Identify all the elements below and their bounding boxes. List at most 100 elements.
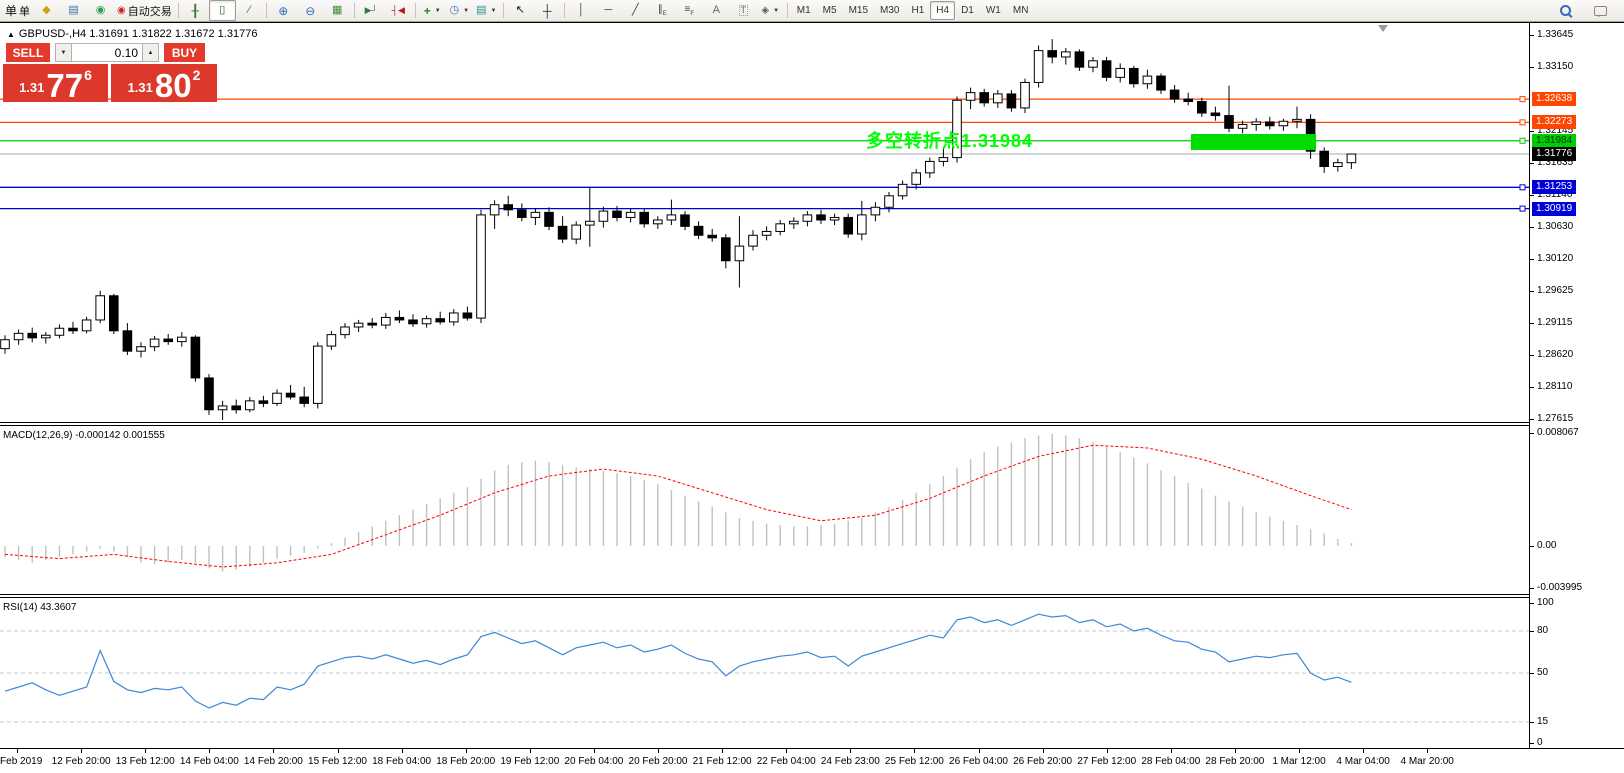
- candle: [1251, 121, 1262, 125]
- macd-panel[interactable]: [0, 426, 1529, 594]
- volume-increase-button[interactable]: ▲: [142, 43, 159, 62]
- candle: [666, 214, 677, 221]
- chat-button[interactable]: [1587, 0, 1614, 21]
- rsi-indicator-label: RSI(14) 43.3607: [3, 602, 77, 613]
- zoom-out-button[interactable]: ⊖: [297, 0, 324, 21]
- buy-button[interactable]: BUY: [164, 43, 205, 62]
- timeframe-m5-button[interactable]: M5: [817, 1, 843, 20]
- timeframe-h1-button[interactable]: H1: [905, 1, 930, 20]
- candle: [394, 316, 405, 321]
- axis-tick: [1530, 259, 1534, 261]
- time-label: 15 Feb 12:00: [308, 756, 367, 767]
- navigator-button[interactable]: ◆: [33, 0, 60, 21]
- volume-decrease-button[interactable]: ▼: [55, 43, 72, 62]
- time-tick: [1170, 749, 1172, 753]
- candle: [149, 338, 160, 348]
- sell-button[interactable]: SELL: [6, 43, 50, 62]
- line-handle[interactable]: [1519, 184, 1526, 191]
- auto-trading-button[interactable]: ◉ 自动交易: [114, 0, 175, 21]
- templates-button[interactable]: ▤ ▼: [473, 0, 500, 21]
- indicators-button[interactable]: + ▼: [419, 0, 446, 21]
- trendline-button[interactable]: ╱: [622, 0, 649, 21]
- axis-tick: [1530, 66, 1534, 68]
- crosshair-button[interactable]: ┼: [534, 0, 561, 21]
- zoom-in-button[interactable]: ⊕: [270, 0, 297, 21]
- price-line-chip[interactable]: 1.31253: [1532, 180, 1577, 195]
- candle: [965, 92, 976, 101]
- timeframe-m1-button[interactable]: M1: [791, 1, 817, 20]
- tile-windows-button[interactable]: ▦: [324, 0, 351, 21]
- timeframe-h4-button[interactable]: H4: [930, 1, 956, 20]
- rsi-panel[interactable]: [0, 598, 1529, 748]
- terminal-button[interactable]: ▤: [60, 0, 87, 21]
- candle: [313, 345, 323, 404]
- price-axis: 1.336451.331501.321451.316351.311401.306…: [1529, 23, 1624, 748]
- candle: [571, 224, 582, 240]
- timeframe-w1-button[interactable]: W1: [980, 1, 1007, 20]
- candle: [136, 346, 146, 352]
- text-button[interactable]: A: [703, 0, 730, 21]
- timeframe-m15-button[interactable]: M15: [843, 1, 874, 20]
- axis-tick: [1530, 546, 1534, 547]
- price-line-chip[interactable]: 1.32273: [1532, 115, 1577, 130]
- cursor-button[interactable]: ↖: [507, 0, 534, 21]
- axis-tick-label: 1.28110: [1537, 381, 1573, 393]
- price-chart[interactable]: [0, 23, 1529, 422]
- buy-price-sup: 2: [192, 67, 201, 83]
- time-label: 14 Feb 20:00: [243, 756, 303, 767]
- toolbar-separator: [563, 3, 565, 18]
- one-click-trade-panel: SELL ▼ ▲ BUY 1.31 77 6 1.31 80 2: [3, 43, 219, 102]
- chart-shift-marker-icon[interactable]: [1378, 25, 1388, 32]
- axis-tick-label: 1.29625: [1537, 285, 1574, 296]
- timeframe-m30-button[interactable]: M30: [874, 1, 905, 20]
- candle: [367, 322, 377, 326]
- time-tick: [1363, 749, 1365, 753]
- bar-chart-button[interactable]: ╂: [182, 0, 209, 21]
- timeframe-mn-button[interactable]: MN: [1007, 1, 1035, 20]
- search-button[interactable]: [1552, 0, 1579, 21]
- axis-tick: [1530, 743, 1534, 744]
- price-line-chip[interactable]: 1.31984: [1532, 133, 1577, 148]
- periods-button[interactable]: ◷ ▼: [446, 0, 473, 21]
- line-chart-button[interactable]: ∕: [236, 0, 263, 21]
- auto-scroll-button[interactable]: ▶┘: [358, 0, 385, 21]
- chart-shift-button[interactable]: ┤◀: [385, 0, 412, 21]
- timeframe-d1-button[interactable]: D1: [955, 1, 980, 20]
- shapes-button[interactable]: ◈ ▼: [757, 0, 784, 21]
- sell-price-box[interactable]: 1.31 77 6: [3, 64, 108, 102]
- candle: [680, 214, 690, 227]
- line-handle[interactable]: [1519, 96, 1526, 103]
- time-label: 12 Feb 20:00: [51, 756, 111, 767]
- new-order-button[interactable]: 单单: [2, 0, 33, 21]
- collapse-arrow-icon[interactable]: ▲: [7, 30, 15, 39]
- chart-window: 1.336451.331501.321451.316351.311401.306…: [0, 22, 1624, 773]
- time-tick: [145, 749, 147, 753]
- price-line-chip[interactable]: 1.30919: [1532, 201, 1577, 216]
- buy-price-box[interactable]: 1.31 80 2: [111, 64, 217, 102]
- price-line-chip[interactable]: 1.32638: [1532, 92, 1577, 107]
- candle: [897, 183, 908, 197]
- candle: [1074, 51, 1085, 68]
- current-price-chip[interactable]: 1.31776: [1532, 147, 1577, 162]
- time-tick: [978, 749, 980, 753]
- line-handle[interactable]: [1519, 205, 1526, 212]
- line-handle[interactable]: [1519, 137, 1526, 144]
- highlight-zone[interactable]: [1190, 134, 1317, 150]
- fibonacci-button[interactable]: ≡F: [676, 0, 703, 21]
- channel-button[interactable]: ∥E: [649, 0, 676, 21]
- candle: [1210, 112, 1221, 117]
- candle-chart-button[interactable]: ▯: [208, 0, 236, 21]
- volume-input[interactable]: [72, 43, 142, 62]
- candle: [231, 405, 241, 411]
- time-tick: [1234, 749, 1236, 753]
- hline-button[interactable]: ─: [595, 0, 622, 21]
- vline-button[interactable]: │: [568, 0, 595, 21]
- candle: [1033, 50, 1044, 83]
- signals-button[interactable]: ◉: [87, 0, 114, 21]
- label-button[interactable]: T: [730, 0, 757, 21]
- candle: [748, 234, 758, 247]
- line-handle[interactable]: [1519, 119, 1526, 126]
- candle: [0, 339, 10, 350]
- time-label: 22 Feb 04:00: [756, 756, 816, 767]
- axis-tick: [1530, 291, 1534, 292]
